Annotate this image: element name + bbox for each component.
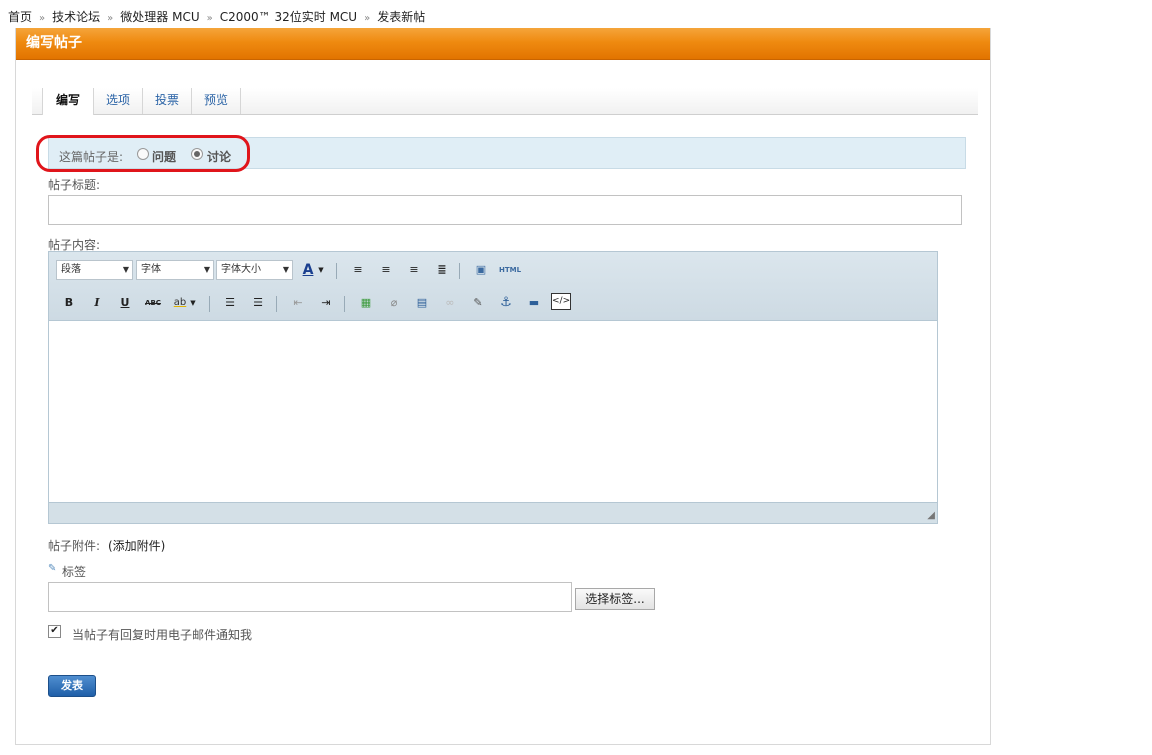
tab-poll[interactable]: 投票 <box>143 88 192 114</box>
breadcrumb-current: 发表新帖 <box>377 10 426 24</box>
chevron-down-icon[interactable]: ▼ <box>315 260 327 280</box>
tags-input[interactable] <box>48 582 572 612</box>
editor-toolbar: 段落 ▼ 字体 ▼ 字体大小 ▼ A ▼ ≡ ≡ ≡ ≣ ▣ HTML B I U A… <box>49 252 937 321</box>
paragraph-select[interactable]: 段落 ▼ <box>56 260 133 280</box>
align-right-icon[interactable]: ≡ <box>403 260 425 280</box>
breadcrumb-separator: » <box>206 13 213 24</box>
tab-compose[interactable]: 编写 <box>42 88 94 115</box>
chevron-down-icon: ▼ <box>122 265 129 274</box>
italic-icon[interactable]: I <box>86 293 108 313</box>
numbered-list-icon[interactable]: ☰ <box>247 293 269 313</box>
outdent-icon[interactable]: ⇤ <box>287 293 309 313</box>
panel-title: 编写帖子 <box>16 28 990 60</box>
strikethrough-icon[interactable]: ABC <box>142 293 164 313</box>
font-size-select[interactable]: 字体大小 ▼ <box>216 260 293 280</box>
title-label: 帖子标题: <box>48 178 101 192</box>
attachments-label: 帖子附件: <box>48 539 101 553</box>
breadcrumb-separator: » <box>39 13 46 24</box>
underline-icon[interactable]: U <box>114 293 136 313</box>
indent-icon[interactable]: ⇥ <box>315 293 337 313</box>
chevron-down-icon: ▼ <box>203 265 210 274</box>
chevron-down-icon[interactable]: ▼ <box>187 293 199 313</box>
bold-icon[interactable]: B <box>58 293 80 313</box>
tag-icon: ✎ <box>48 563 57 574</box>
tags-label: 标签 <box>62 565 87 579</box>
align-justify-icon[interactable]: ≣ <box>431 260 453 280</box>
toolbar-divider <box>209 296 210 312</box>
edit-icon[interactable]: ✎ <box>467 293 489 313</box>
notify-label: 当帖子有回复时用电子邮件通知我 <box>72 628 253 642</box>
breadcrumb-home[interactable]: 首页 <box>8 10 32 24</box>
annotation-highlight <box>36 135 250 172</box>
resize-handle-icon[interactable]: ◢ <box>927 510 935 521</box>
breadcrumb-separator: » <box>107 13 114 24</box>
select-tags-button[interactable]: 选择标签... <box>575 588 655 610</box>
paragraph-select-value: 段落 <box>61 264 81 275</box>
editor-statusbar: ◢ <box>49 502 937 523</box>
fullscreen-icon[interactable]: ▣ <box>470 260 492 280</box>
rich-text-editor: 段落 ▼ 字体 ▼ 字体大小 ▼ A ▼ ≡ ≡ ≡ ≣ ▣ HTML B I U A… <box>48 251 938 524</box>
toolbar-divider <box>344 296 345 312</box>
align-left-icon[interactable]: ≡ <box>347 260 369 280</box>
code-icon[interactable]: </> <box>551 293 571 310</box>
font-size-select-value: 字体大小 <box>221 264 261 275</box>
toolbar-divider <box>336 263 337 279</box>
attachment-icon[interactable]: ⌀ <box>383 293 405 313</box>
submit-button[interactable]: 发表 <box>48 675 96 697</box>
paste-word-icon[interactable]: ▤ <box>411 293 433 313</box>
anchor-icon[interactable]: ⚓ <box>495 293 517 313</box>
breadcrumb-c2000[interactable]: C2000™ 32位实时 MCU <box>220 10 357 24</box>
notify-checkbox[interactable]: ✔ <box>48 625 61 638</box>
add-attachment-link[interactable]: (添加附件) <box>108 537 165 554</box>
tab-options[interactable]: 选项 <box>94 88 143 114</box>
title-input[interactable] <box>48 195 962 225</box>
font-select-value: 字体 <box>141 264 161 275</box>
toolbar-divider <box>459 263 460 279</box>
align-center-icon[interactable]: ≡ <box>375 260 397 280</box>
editor-content-area[interactable] <box>49 321 937 504</box>
font-select[interactable]: 字体 ▼ <box>136 260 214 280</box>
horizontal-rule-icon[interactable]: ▬ <box>523 293 545 313</box>
tab-bar: 编写 选项 投票 预览 <box>32 88 978 115</box>
html-source-icon[interactable]: HTML <box>497 260 523 280</box>
breadcrumb-forum[interactable]: 技术论坛 <box>52 10 100 24</box>
link-icon[interactable]: ∞ <box>439 293 461 313</box>
breadcrumb: 首页 » 技术论坛 » 微处理器 MCU » C2000™ 32位实时 MCU » 发表新帖 <box>8 8 425 25</box>
breadcrumb-mcu[interactable]: 微处理器 MCU <box>120 10 199 24</box>
toolbar-divider <box>276 296 277 312</box>
insert-image-icon[interactable]: ▦ <box>355 293 377 313</box>
chevron-down-icon: ▼ <box>282 265 289 274</box>
tab-preview[interactable]: 预览 <box>192 88 241 114</box>
breadcrumb-separator: » <box>364 13 371 24</box>
bullet-list-icon[interactable]: ☰ <box>219 293 241 313</box>
